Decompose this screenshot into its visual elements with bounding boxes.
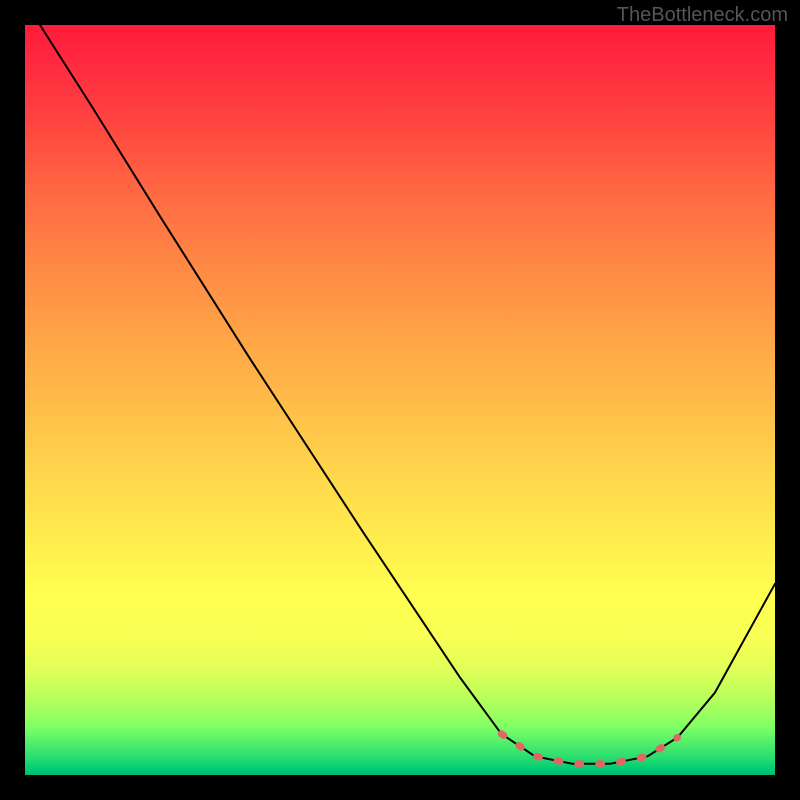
chart-lines-svg [25, 25, 775, 775]
watermark-text: TheBottleneck.com [617, 4, 788, 27]
chart-valley-marker [501, 734, 677, 764]
chart-curve [40, 25, 775, 764]
chart-plot-area [25, 25, 775, 775]
